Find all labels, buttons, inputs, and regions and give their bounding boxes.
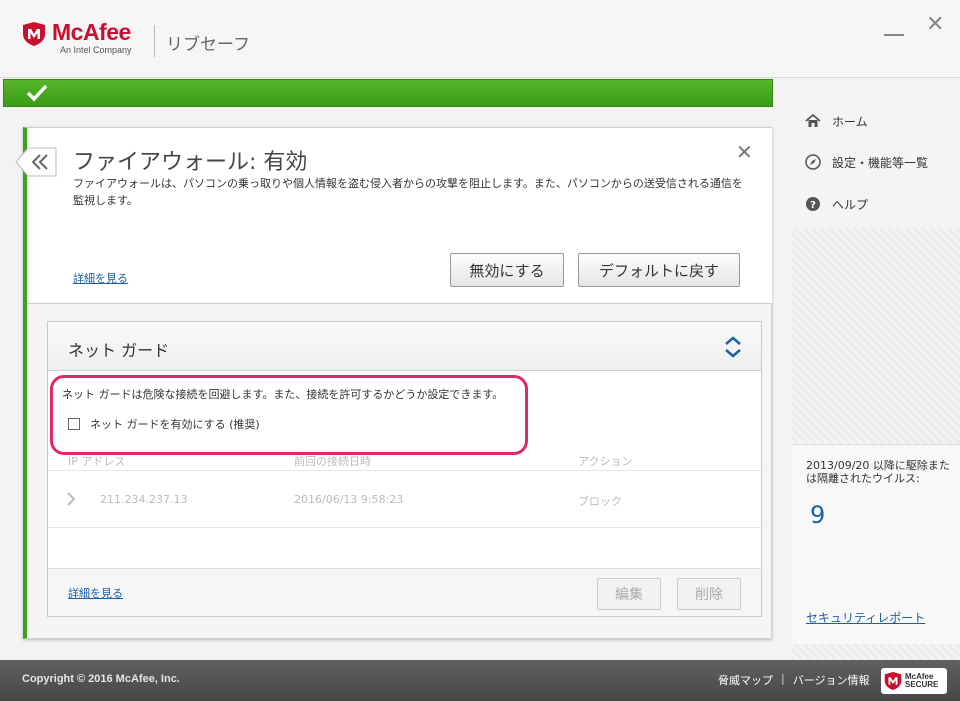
mcafee-shield-icon	[884, 672, 902, 690]
product-name: リブセーフ	[166, 35, 250, 55]
logo-divider	[154, 25, 155, 57]
brand-name: McAfee	[52, 19, 131, 45]
net-guard-description: ネット ガードは危険な接続を回避します。また、接続を許可するかどうか設定できます…	[62, 388, 504, 401]
firewall-panel: ファイアウォール: 有効 ファイアウォールは、パソコンの乗っ取りや個人情報を盗む…	[23, 127, 772, 639]
delete-button[interactable]: 削除	[677, 578, 741, 610]
sidebar-item-label: ヘルプ	[832, 197, 869, 212]
checkmark-icon	[26, 84, 48, 102]
protection-status-bar	[3, 79, 773, 107]
sidebar-menu: ホーム 設定・機能等一覧 ? ヘルプ	[792, 100, 960, 228]
expand-collapse-icon[interactable]	[722, 334, 744, 360]
brand-subtitle: An Intel Company	[60, 45, 132, 55]
mcafee-shield-icon	[23, 22, 45, 46]
column-header: 前回の接続日時	[294, 455, 371, 468]
firewall-panel-header: ファイアウォール: 有効 ファイアウォールは、パソコンの乗っ取りや個人情報を盗む…	[27, 128, 772, 304]
chevron-right-icon	[67, 492, 76, 506]
net-guard-header[interactable]: ネット ガード	[48, 322, 761, 371]
footer-links: 脅威マップ | バージョン情報	[718, 672, 870, 688]
net-guard-checkbox[interactable]	[68, 418, 80, 430]
table-row[interactable]: 211.234.237.13 2016/06/13 9:58:23 ブロック	[48, 470, 761, 528]
footer-separator: |	[781, 672, 785, 685]
back-double-chevron-icon[interactable]	[14, 147, 58, 177]
sidebar-item-label: ホーム	[832, 114, 868, 129]
sidebar-item-settings[interactable]: 設定・機能等一覧	[804, 151, 928, 173]
details-link[interactable]: 詳細を見る	[73, 270, 128, 286]
help-icon: ?	[806, 197, 820, 211]
title-bar: McAfee An Intel Company リブセーフ ✕	[0, 0, 960, 78]
virus-count: 9	[810, 501, 826, 529]
net-guard-enable-option[interactable]: ネット ガードを有効にする (推奨)	[68, 416, 260, 432]
security-report-link[interactable]: セキュリティレポート	[806, 609, 925, 626]
restore-defaults-button[interactable]: デフォルトに戻す	[578, 253, 740, 287]
threat-map-link[interactable]: 脅威マップ	[718, 672, 773, 688]
mcafee-secure-badge: McAfee SECURE	[881, 668, 947, 694]
column-header: アクション	[578, 455, 633, 468]
close-window-button[interactable]: ✕	[926, 12, 944, 37]
virus-count-label: 2013/09/20 以降に駆除または隔離されたウイルス:	[806, 459, 950, 486]
minimize-button[interactable]	[884, 22, 906, 36]
disable-button[interactable]: 無効にする	[450, 253, 564, 287]
net-guard-checkbox-label: ネット ガードを有効にする (推奨)	[90, 418, 260, 431]
footer: Copyright © 2016 McAfee, Inc. 脅威マップ | バー…	[0, 660, 960, 701]
compass-icon	[805, 154, 821, 170]
net-guard-footer: 詳細を見る 編集 削除	[48, 568, 761, 616]
edit-button[interactable]: 編集	[597, 578, 661, 610]
sidebar-item-label: 設定・機能等一覧	[832, 155, 929, 170]
firewall-description: ファイアウォールは、パソコンの乗っ取りや個人情報を盗む侵入者からの攻撃を阻止しま…	[73, 177, 743, 207]
badge-line2: SECURE	[905, 680, 939, 689]
virus-summary-box: 2013/09/20 以降に駆除または隔離されたウイルス: 9 セキュリティレポ…	[792, 444, 960, 644]
row-action: ブロック	[578, 495, 622, 508]
net-guard-details-link[interactable]: 詳細を見る	[68, 585, 123, 601]
svg-text:?: ?	[810, 200, 816, 211]
home-icon	[805, 113, 821, 127]
sidebar-item-home[interactable]: ホーム	[804, 110, 868, 132]
copyright: Copyright © 2016 McAfee, Inc.	[22, 673, 180, 685]
sidebar: ホーム 設定・機能等一覧 ? ヘルプ 2013/09/20 以降に駆除または隔離…	[792, 100, 960, 660]
page-title: ファイアウォール: 有効	[73, 150, 308, 175]
sidebar-item-help[interactable]: ? ヘルプ	[804, 193, 868, 215]
row-ip: 211.234.237.13	[100, 493, 188, 506]
panel-close-button[interactable]: ✕	[736, 140, 753, 164]
row-date: 2016/06/13 9:58:23	[294, 493, 404, 506]
column-header: IP アドレス	[68, 455, 126, 468]
version-info-link[interactable]: バージョン情報	[793, 672, 870, 688]
net-guard-title: ネット ガード	[68, 341, 170, 360]
net-guard-card: ネット ガード ネット ガードは危険な接続を回避します。また、接続を許可するかど…	[47, 321, 762, 617]
table-header: IP アドレス 前回の接続日時 アクション	[48, 446, 761, 470]
mcafee-logo: McAfee An Intel Company	[22, 21, 132, 55]
